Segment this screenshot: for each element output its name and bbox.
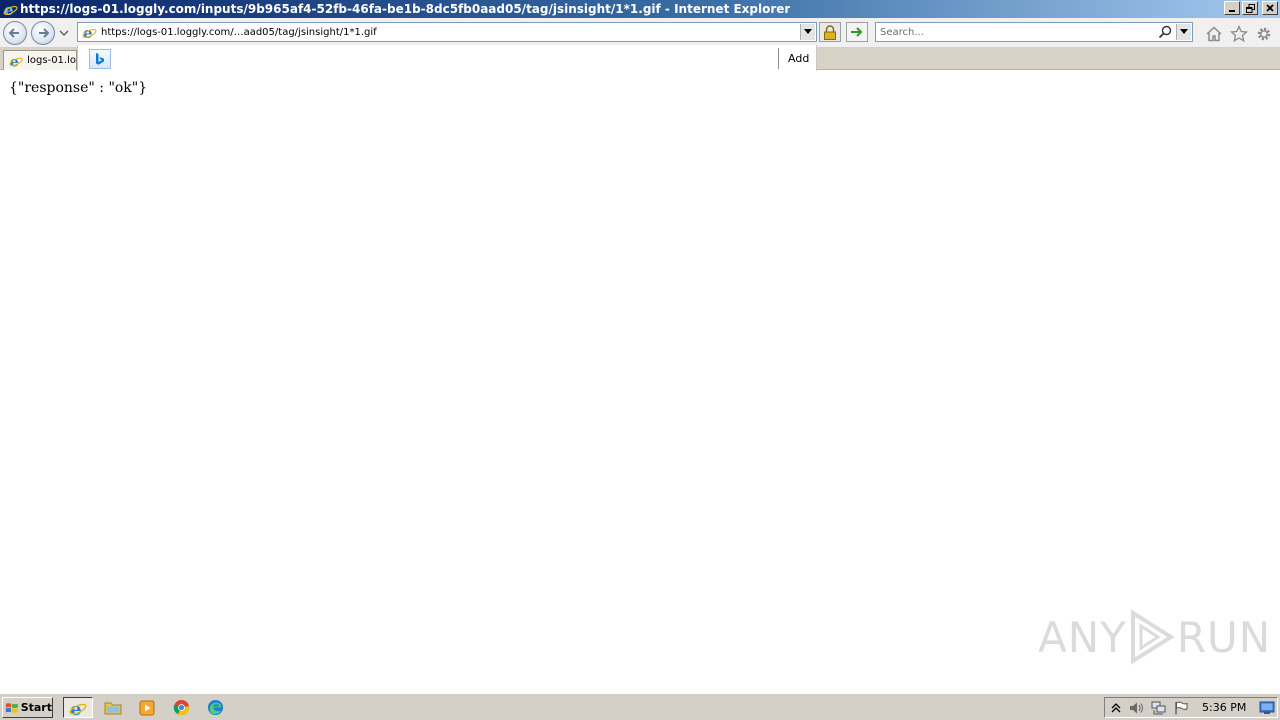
taskbar-edge[interactable]	[200, 697, 230, 718]
address-bar[interactable]: e https://logs-01.loggly.com/…aad05/tag/…	[77, 22, 817, 42]
edge-icon	[207, 699, 223, 716]
recent-pages-dropdown[interactable]	[59, 28, 69, 38]
window-title: https://logs-01.loggly.com/inputs/9b965a…	[20, 2, 791, 16]
caret-down-icon	[804, 29, 812, 34]
close-button[interactable]	[1262, 1, 1278, 15]
chrome-icon	[173, 699, 189, 716]
minimize-icon	[1229, 10, 1235, 12]
go-arrow-icon	[851, 27, 863, 37]
watermark-text-left: ANY	[1038, 612, 1127, 662]
lock-icon	[824, 24, 836, 40]
search-input[interactable]	[880, 24, 1150, 40]
taskbar-chrome[interactable]	[166, 697, 196, 718]
flag-icon	[1175, 701, 1188, 715]
start-button[interactable]: Start	[2, 697, 53, 718]
search-box[interactable]	[875, 22, 1193, 42]
arrow-right-icon	[39, 28, 50, 38]
network-button[interactable]	[1151, 700, 1167, 716]
system-tray: 5:36 PM	[1104, 697, 1278, 718]
search-icon[interactable]	[1158, 25, 1172, 39]
page-content: {"response" : "ok"} ANY RUN	[0, 71, 1280, 691]
watermark-text-right: RUN	[1176, 612, 1272, 662]
anyrun-watermark: ANY RUN	[1038, 609, 1271, 665]
minimize-button[interactable]	[1224, 1, 1240, 15]
speaker-icon	[1130, 702, 1144, 714]
favorites-star-icon[interactable]	[1230, 25, 1248, 43]
taskbar-media-player[interactable]	[132, 697, 162, 718]
tab-ie-icon: e	[8, 53, 23, 69]
forward-button[interactable]	[31, 21, 55, 45]
window-controls	[1224, 1, 1278, 15]
restore-icon	[1245, 3, 1255, 13]
go-button[interactable]	[846, 22, 868, 42]
arrow-left-icon	[8, 28, 19, 38]
add-search-provider-link[interactable]: Add	[788, 52, 809, 65]
action-center-button[interactable]	[1173, 700, 1189, 716]
start-label: Start	[20, 701, 52, 714]
caret-down-icon	[1180, 29, 1188, 34]
show-hidden-icons-button[interactable]	[1108, 700, 1124, 716]
address-suggestion-dropdown: Add	[77, 45, 817, 73]
taskbar-internet-explorer[interactable]: e	[63, 697, 93, 718]
network-icon	[1151, 701, 1166, 715]
title-bar: e https://logs-01.loggly.com/inputs/9b96…	[0, 0, 1280, 18]
close-icon	[1266, 4, 1274, 12]
back-button[interactable]	[3, 21, 27, 45]
response-text: {"response" : "ok"}	[9, 80, 148, 96]
suggestion-separator	[778, 48, 779, 69]
page-ie-icon: e	[80, 23, 98, 41]
address-url[interactable]: https://logs-01.loggly.com/…aad05/tag/js…	[101, 27, 377, 38]
navigation-bar: e https://logs-01.loggly.com/…aad05/tag/…	[0, 18, 1280, 48]
volume-button[interactable]	[1129, 700, 1145, 716]
home-icon[interactable]	[1205, 25, 1223, 43]
show-desktop-icon[interactable]	[1259, 700, 1275, 715]
taskbar: Start e 5:36 PM	[0, 693, 1280, 720]
chevron-up-icon	[1111, 703, 1121, 713]
play-logo-icon	[1130, 609, 1175, 665]
gear-icon[interactable]	[1255, 25, 1273, 43]
restore-button[interactable]	[1242, 1, 1258, 15]
internet-explorer-icon: e	[69, 699, 87, 717]
bing-search-button[interactable]	[89, 49, 111, 69]
bing-icon	[96, 53, 104, 65]
windows-logo-icon	[5, 702, 18, 713]
tab-loggly[interactable]: e logs-01.lo	[3, 50, 77, 70]
media-player-icon	[139, 700, 155, 715]
folder-icon	[104, 702, 122, 714]
address-dropdown-button[interactable]	[800, 24, 815, 40]
search-provider-dropdown[interactable]	[1176, 24, 1191, 40]
internet-explorer-icon: e	[2, 1, 18, 17]
tab-label: logs-01.lo	[27, 55, 76, 66]
clock[interactable]: 5:36 PM	[1202, 701, 1246, 714]
taskbar-file-explorer[interactable]	[98, 697, 128, 718]
security-lock-button[interactable]	[819, 22, 841, 42]
